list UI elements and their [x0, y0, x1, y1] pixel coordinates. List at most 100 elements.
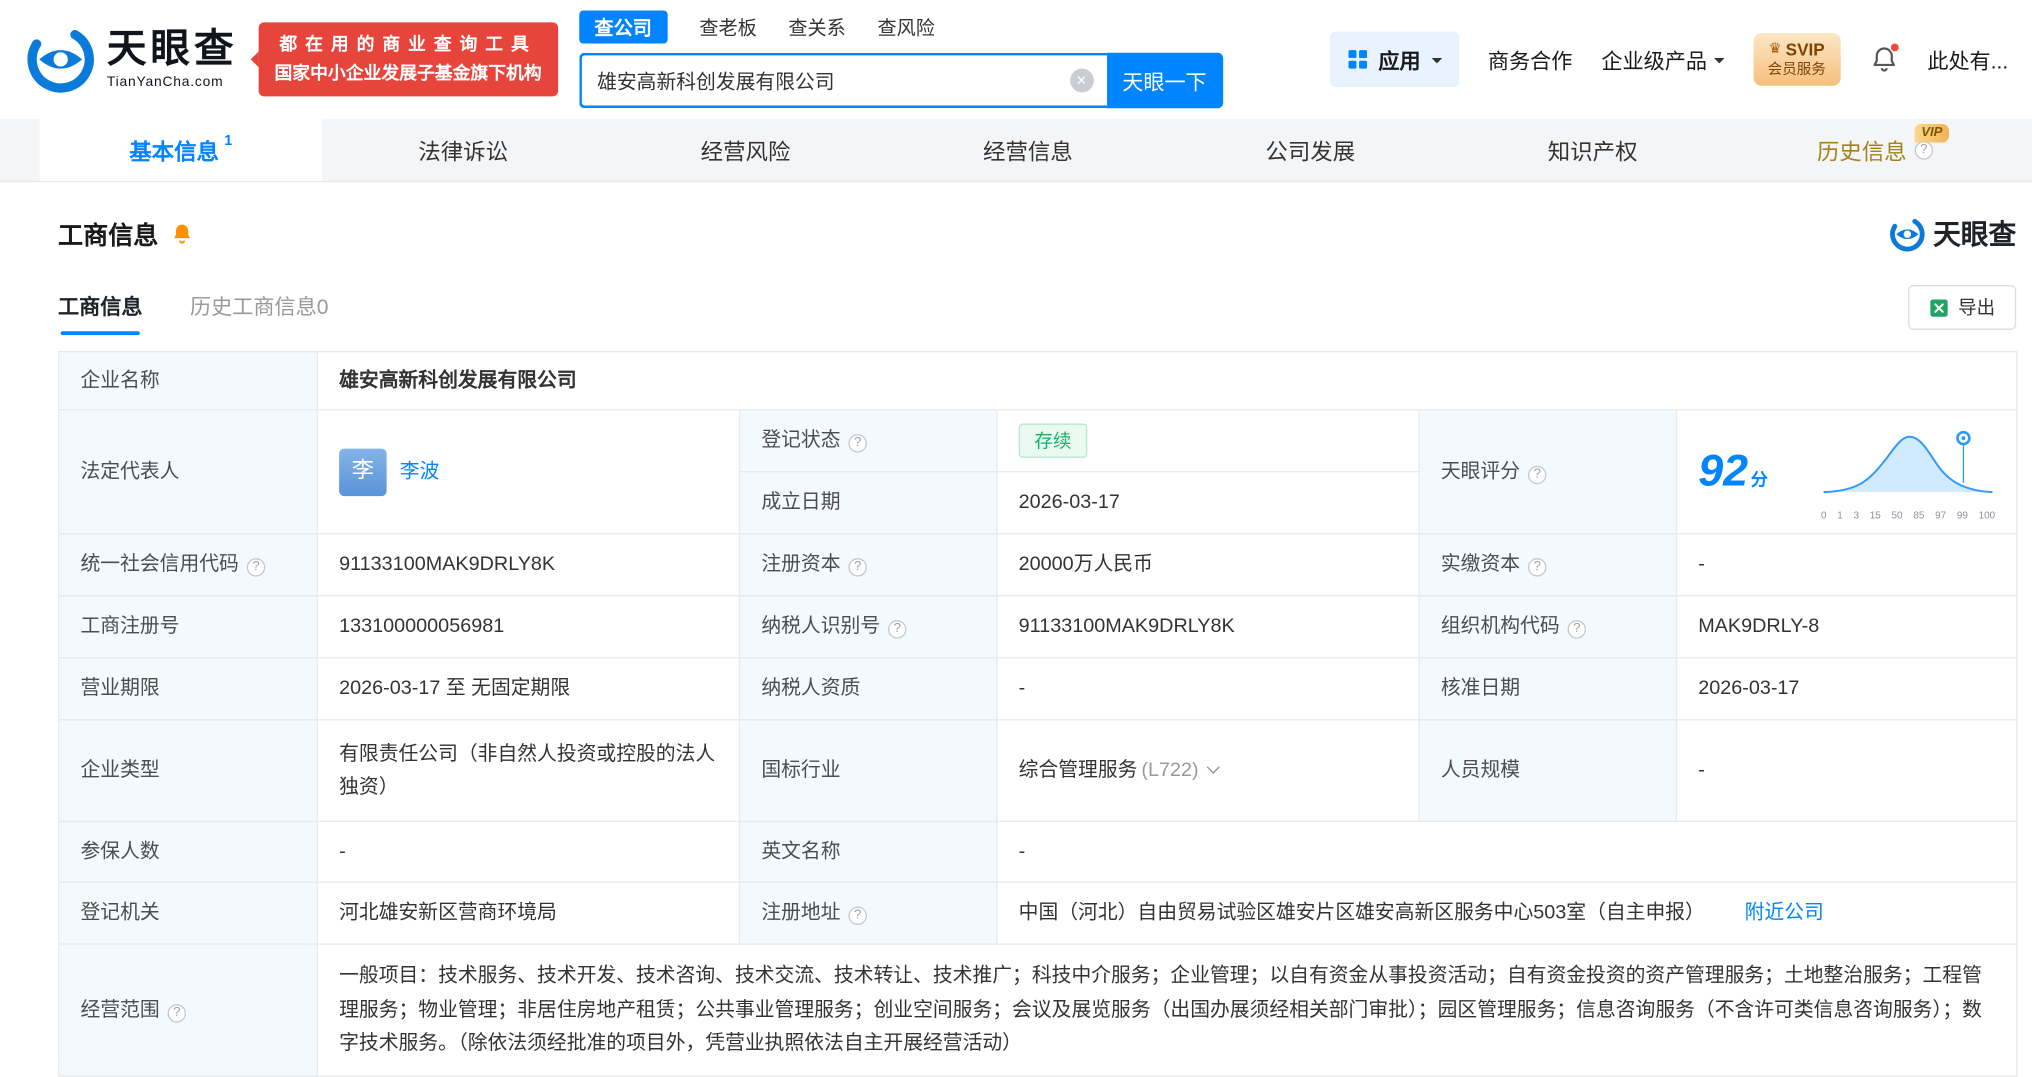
help-icon[interactable]: ? [1914, 140, 1934, 159]
search-button[interactable]: 天眼一下 [1106, 52, 1223, 109]
help-icon[interactable]: ? [1528, 558, 1547, 577]
help-icon[interactable]: ? [246, 558, 266, 577]
tab-basic-info-count: 1 [224, 132, 233, 149]
subtab-history-business-info[interactable]: 历史工商信息0 [190, 289, 328, 335]
label-company-name: 企业名称 [58, 350, 318, 411]
value-reg-capital: 20000万人民币 [996, 533, 1420, 597]
help-icon[interactable]: ? [848, 906, 867, 926]
svip-member-badge[interactable]: ♛ SVIP 会员服务 [1753, 32, 1841, 87]
value-company-name: 雄安高新科创发展有限公司 [316, 350, 2018, 411]
label-taxpayer-quality: 纳税人资质 [738, 657, 998, 721]
export-button[interactable]: 导出 [1907, 285, 2017, 330]
score-number[interactable]: 92 分 [1698, 434, 1768, 510]
search-tab-company[interactable]: 查公司 [578, 10, 668, 44]
chevron-down-icon [1431, 57, 1442, 68]
help-icon[interactable]: ? [1528, 465, 1547, 484]
company-nav-tabs: 基本信息 1 法律诉讼 经营风险 经营信息 公司发展 知识产权 VIP 历史信息… [0, 118, 2032, 183]
search-box: × [578, 52, 1107, 109]
value-business-term: 2026-03-17 至 无固定期限 [316, 657, 741, 721]
label-reg-number: 工商注册号 [58, 595, 318, 659]
notification-dot [1889, 42, 1900, 53]
search-area: 查公司 查老板 查关系 查风险 × 天眼一下 [578, 10, 1223, 109]
brand-domain: TianYanCha.com [106, 73, 224, 90]
tab-basic-info[interactable]: 基本信息 1 [39, 118, 322, 181]
promo-line1: 都在用的商业查询工具 [279, 34, 537, 55]
score-chart-axis: 0 1 3 15 50 85 97 99 100 [1820, 508, 1996, 521]
label-insured: 参保人数 [58, 820, 318, 883]
vip-badge: VIP [1914, 124, 1950, 143]
search-tab-risk[interactable]: 查风险 [877, 13, 934, 41]
notification-bell[interactable] [1869, 42, 1900, 74]
section-title: 工商信息 [58, 222, 159, 251]
enterprise-product-link[interactable]: 企业级产品 [1601, 44, 1725, 76]
value-reg-status: 存续 [996, 409, 1420, 473]
value-org-code: MAK9DRLY-8 [1675, 595, 2018, 659]
tab-company-development[interactable]: 公司发展 [1169, 119, 1451, 181]
main-content: 工商信息 天眼查 工商信息 历史工商信息0 导出 企业名称 雄安高新科创发展有限… [0, 214, 2032, 1077]
nearby-companies-link[interactable]: 附近公司 [1745, 902, 1824, 924]
label-company-type: 企业类型 [58, 719, 318, 823]
value-taxpayer-quality: - [996, 657, 1420, 721]
biz-coop-link[interactable]: 商务合作 [1488, 44, 1572, 76]
score-curve-chart: 0 1 3 15 50 85 97 99 100 [1821, 424, 1995, 520]
value-taxpayer-id: 91133100MAK9DRLY8K [996, 595, 1420, 659]
business-info-table: 企业名称 雄安高新科创发展有限公司 法定代表人 李 李波 登记状态 ? 存续 天… [58, 350, 2018, 1077]
chevron-down-icon [1713, 57, 1725, 68]
tab-history-info[interactable]: VIP 历史信息 ? [1734, 119, 2016, 181]
label-taxpayer-id: 纳税人识别号? [738, 595, 998, 659]
apps-label: 应用 [1378, 51, 1421, 74]
help-icon[interactable]: ? [888, 620, 907, 639]
tianyancha-watermark: 天眼查 [1890, 214, 2016, 254]
page: 天眼查 TianYanCha.com 都在用的商业查询工具 国家中小企业发展子基… [0, 0, 2032, 1077]
tab-operating-risk[interactable]: 经营风险 [604, 119, 886, 181]
value-reg-authority: 河北雄安新区营商环境局 [316, 881, 741, 945]
label-business-scope: 经营范围? [58, 943, 318, 1077]
tab-intellectual-property[interactable]: 知识产权 [1451, 119, 1733, 181]
section-title-row: 工商信息 [58, 216, 194, 252]
tianyancha-logo[interactable]: 天眼查 TianYanCha.com [26, 25, 237, 94]
label-english-name: 英文名称 [738, 820, 998, 883]
svip-label: SVIP [1785, 39, 1825, 60]
tab-legal-proceedings[interactable]: 法律诉讼 [322, 119, 604, 181]
value-company-type: 有限责任公司（非自然人投资或控股的法人独资） [316, 719, 741, 823]
label-reg-capital: 注册资本? [738, 533, 998, 597]
label-reg-authority: 登记机关 [58, 881, 318, 945]
help-icon[interactable]: ? [848, 558, 867, 577]
label-credit-code: 统一社会信用代码? [58, 533, 318, 597]
value-approval-date: 2026-03-17 [1675, 657, 2018, 721]
value-english-name: - [996, 820, 2018, 883]
promo-line2: 国家中小企业发展子基金旗下机构 [274, 63, 542, 84]
label-industry: 国标行业 [738, 719, 998, 823]
tianyancha-watermark-icon [1890, 216, 1925, 251]
value-reg-number: 133100000056981 [316, 595, 741, 659]
label-reg-status: 登记状态? [738, 409, 998, 473]
tab-operating-info[interactable]: 经营信息 [887, 119, 1169, 181]
help-icon[interactable]: ? [167, 1003, 187, 1023]
clear-icon[interactable]: × [1069, 68, 1094, 93]
help-icon[interactable]: ? [1567, 620, 1587, 639]
status-badge: 存续 [1018, 423, 1088, 459]
search-input[interactable] [581, 69, 1070, 92]
chevron-down-icon[interactable] [1207, 761, 1221, 775]
subscribe-bell-icon[interactable] [170, 222, 194, 246]
promo-banner: 都在用的商业查询工具 国家中小企业发展子基金旗下机构 [250, 22, 558, 96]
subtab-business-info[interactable]: 工商信息 [58, 289, 143, 336]
search-tabs: 查公司 查老板 查关系 查风险 [578, 10, 1223, 44]
label-business-term: 营业期限 [58, 657, 318, 721]
search-tab-relation[interactable]: 查关系 [788, 13, 845, 41]
crown-icon: ♛ [1768, 41, 1782, 57]
apps-button[interactable]: 应用 [1329, 31, 1459, 88]
excel-icon [1930, 298, 1948, 317]
label-org-code: 组织机构代码? [1418, 595, 1678, 659]
legal-rep-link[interactable]: 李波 [400, 455, 440, 489]
label-legal-rep: 法定代表人 [58, 409, 318, 535]
search-tab-boss[interactable]: 查老板 [699, 13, 756, 41]
label-score: 天眼评分? [1418, 409, 1678, 535]
help-icon[interactable]: ? [848, 434, 867, 453]
legal-rep-avatar[interactable]: 李 [339, 447, 387, 496]
svip-sublabel: 会员服务 [1767, 62, 1826, 79]
label-address: 注册地址? [738, 881, 998, 945]
label-paid-capital: 实缴资本? [1418, 533, 1678, 597]
more-surprise-link[interactable]: 此处有... [1927, 44, 2008, 76]
header: 天眼查 TianYanCha.com 都在用的商业查询工具 国家中小企业发展子基… [0, 0, 2032, 119]
